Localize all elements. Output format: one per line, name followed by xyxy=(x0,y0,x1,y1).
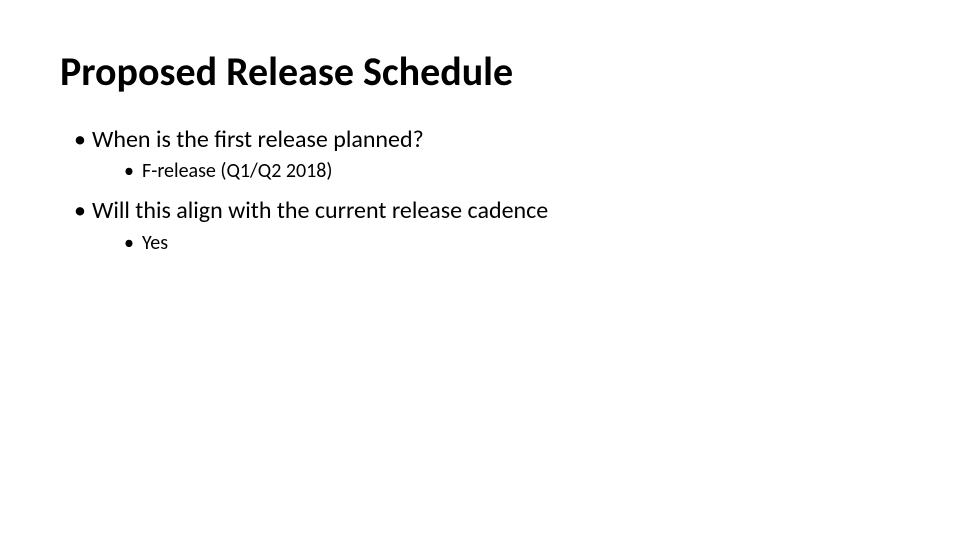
sub-bullet-text: F-release (Q1/Q2 2018) xyxy=(142,159,333,183)
bullet-text: When is the first release planned? xyxy=(92,125,424,154)
list-item: Will this align with the current release… xyxy=(74,195,900,256)
bullet-list: When is the first release planned? F-rel… xyxy=(74,124,900,257)
slide: Proposed Release Schedule When is the fi… xyxy=(0,0,960,540)
slide-title: Proposed Release Schedule xyxy=(60,50,900,94)
list-item: Yes xyxy=(124,230,900,257)
list-item: F-release (Q1/Q2 2018) xyxy=(124,158,900,185)
sub-bullet-list: Yes xyxy=(124,230,900,257)
sub-bullet-list: F-release (Q1/Q2 2018) xyxy=(124,158,900,185)
bullet-text: Will this align with the current release… xyxy=(92,196,548,225)
sub-bullet-text: Yes xyxy=(142,231,168,255)
list-item: When is the first release planned? F-rel… xyxy=(74,124,900,185)
